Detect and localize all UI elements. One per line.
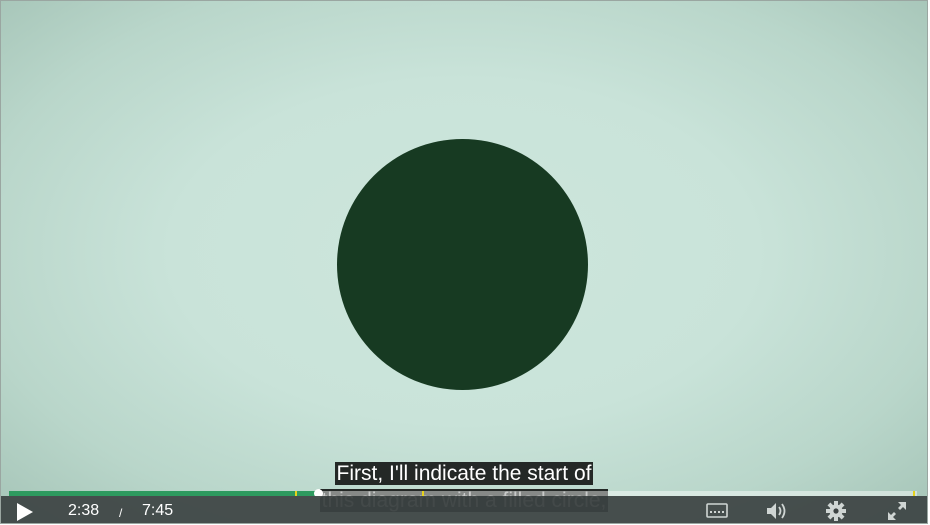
captions-icon <box>705 500 729 522</box>
captions-button[interactable] <box>705 500 729 522</box>
fullscreen-button[interactable] <box>885 500 909 522</box>
fullscreen-icon <box>885 500 909 522</box>
current-time: 2:38 <box>68 502 100 519</box>
time-separator: / <box>119 506 123 520</box>
caption-line-1: First, I'll indicate the start of <box>334 462 594 485</box>
settings-button[interactable] <box>824 500 848 522</box>
control-bar: 2:38 / 7:45 <box>1 496 927 523</box>
total-time: 7:45 <box>142 502 174 519</box>
play-icon <box>13 502 37 522</box>
volume-icon <box>765 500 789 522</box>
filled-circle <box>337 139 588 390</box>
volume-button[interactable] <box>765 500 789 522</box>
video-frame[interactable] <box>1 1 927 523</box>
play-button[interactable] <box>13 502 37 522</box>
video-player[interactable]: First, I'll indicate the start of this d… <box>0 0 928 524</box>
gear-icon <box>824 500 848 522</box>
